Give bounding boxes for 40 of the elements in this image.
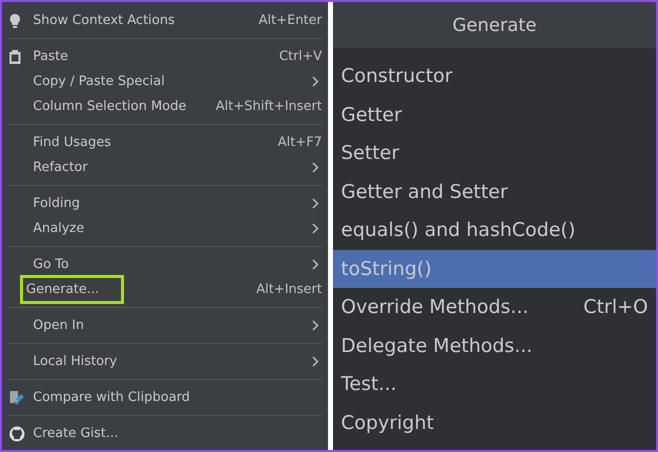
list-item[interactable]: Getter and Setter (333, 172, 656, 211)
github-icon (9, 426, 25, 442)
list-item[interactable]: Setter (333, 134, 656, 172)
shortcut-label: Alt+F7 (278, 135, 322, 150)
menu-item[interactable]: Find Usages (33, 135, 278, 150)
compare-icon (9, 390, 25, 406)
chevron-right-icon (312, 162, 319, 173)
list-item[interactable]: Copyright (333, 404, 656, 442)
list-item[interactable]: equals() and hashCode() (333, 211, 656, 250)
menu-item[interactable]: Compare with Clipboard (33, 390, 322, 405)
menu-item[interactable]: Show Context Actions (33, 13, 259, 28)
clipboard-icon (9, 50, 21, 64)
popup-title: Generate (333, 2, 656, 48)
menu-item[interactable]: Go To (33, 257, 312, 272)
lightbulb-icon (9, 12, 21, 28)
menu-item[interactable]: Local History (33, 354, 312, 369)
menu-item[interactable]: Paste (33, 49, 280, 64)
shortcut-label: Alt+Insert (256, 282, 322, 297)
list-item[interactable]: Delegate Methods... (333, 326, 656, 365)
list-item[interactable]: Getter (333, 96, 656, 134)
menu-item[interactable]: Open In (33, 318, 312, 333)
shortcut-label: Alt+Shift+Insert (216, 99, 322, 114)
shortcut-label: Alt+Enter (258, 13, 322, 28)
menu-item[interactable]: Generate... (23, 278, 122, 301)
chevron-right-icon (312, 76, 319, 87)
list-item[interactable]: Override Methods... Ctrl+O (333, 288, 656, 326)
menu-item[interactable]: Create Gist... (33, 426, 322, 441)
chevron-right-icon (312, 259, 319, 270)
list-item[interactable]: Test... (333, 365, 656, 404)
menu-item[interactable]: Analyze (33, 221, 312, 236)
list-item[interactable]: Constructor (333, 57, 656, 96)
menu-item[interactable]: Refactor (33, 160, 312, 175)
chevron-right-icon (312, 223, 319, 234)
menu-item[interactable]: Column Selection Mode (33, 99, 216, 114)
chevron-right-icon (312, 320, 319, 331)
menu-item[interactable]: Folding (33, 196, 312, 211)
chevron-right-icon (312, 198, 319, 209)
chevron-right-icon (312, 356, 319, 367)
shortcut-label: Ctrl+V (279, 49, 322, 64)
menu-item[interactable]: Copy / Paste Special (33, 74, 312, 89)
